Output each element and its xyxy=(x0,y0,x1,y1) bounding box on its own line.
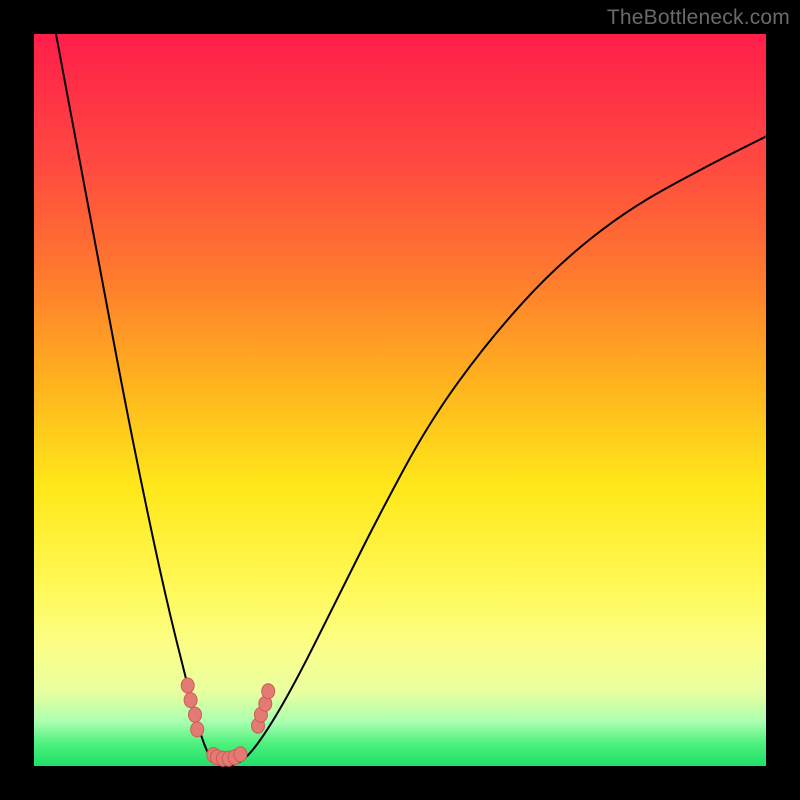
curve-marker xyxy=(262,684,275,699)
curve-markers xyxy=(181,678,275,766)
curve-marker xyxy=(184,693,197,708)
curve-marker xyxy=(189,707,202,722)
bottleneck-curve xyxy=(56,34,766,766)
bottleneck-curve-svg xyxy=(34,34,766,766)
curve-marker xyxy=(181,678,194,693)
outer-frame: TheBottleneck.com xyxy=(0,0,800,800)
curve-marker xyxy=(191,722,204,737)
plot-area xyxy=(34,34,766,766)
curve-marker xyxy=(234,747,247,762)
watermark-text: TheBottleneck.com xyxy=(607,6,790,30)
